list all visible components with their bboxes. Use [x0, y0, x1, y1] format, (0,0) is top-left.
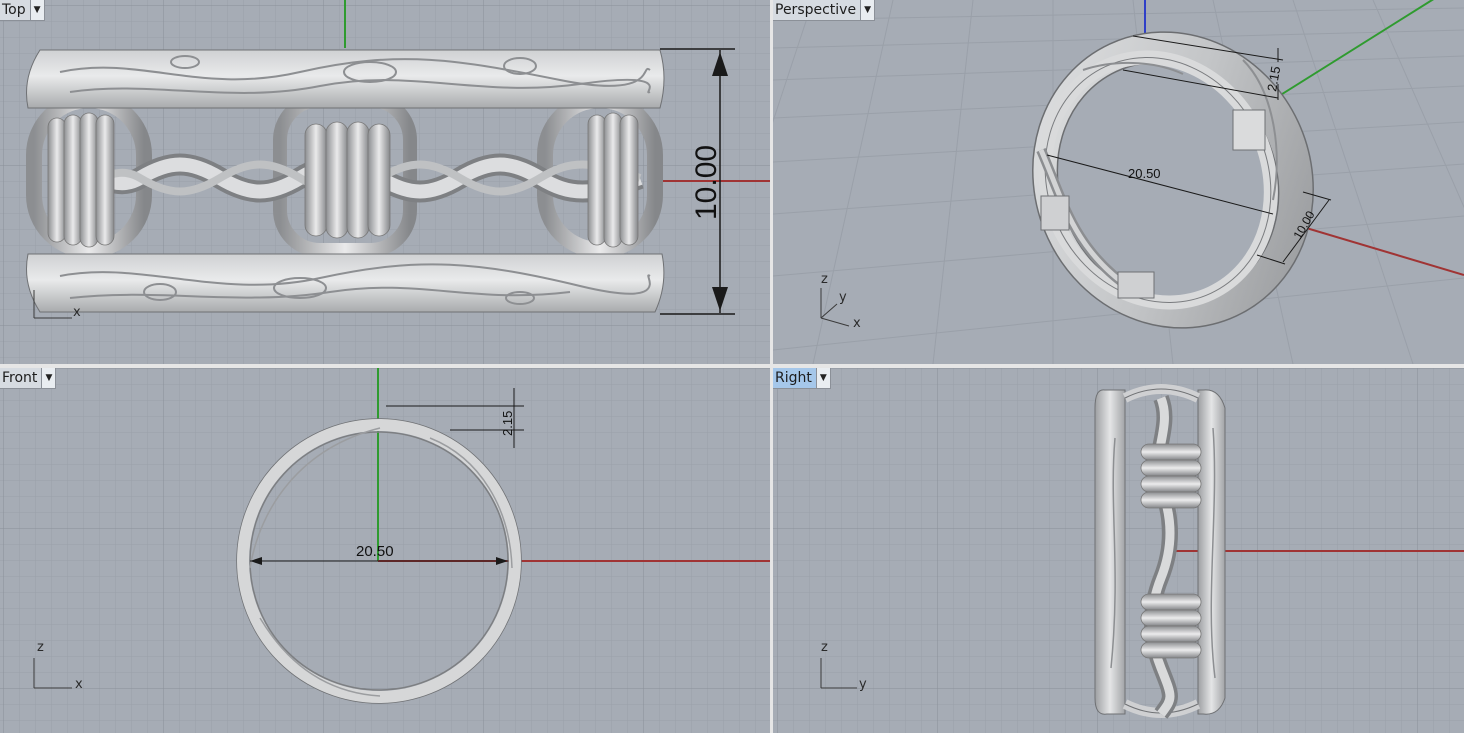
viewport-label-right[interactable]: Right ▼ [773, 368, 831, 389]
lower-band [26, 253, 665, 313]
axis-label-x: x [75, 677, 83, 692]
chevron-down-icon[interactable]: ▼ [815, 368, 830, 388]
front-dim-diameter: 20.50 [356, 543, 394, 560]
top-scene: 10.00 [0, 0, 770, 364]
axis-label-x: x [853, 316, 861, 331]
viewport-right[interactable]: Right ▼ z y [773, 368, 1464, 733]
viewport-title: Top [2, 2, 26, 18]
right-scene [773, 368, 1464, 733]
viewport-title: Front [2, 370, 38, 386]
viewport-perspective[interactable]: Perspective ▼ 20.50 2.15 10.00 z y x [773, 0, 1464, 364]
viewport-label-front[interactable]: Front ▼ [0, 368, 57, 389]
axis-label-x: x [73, 305, 81, 320]
perspective-scene: 20.50 2.15 10.00 [773, 0, 1464, 364]
chevron-down-icon[interactable]: ▼ [29, 0, 44, 20]
center-coil [304, 121, 391, 239]
upper-band [26, 49, 665, 109]
viewport-title: Right [773, 368, 816, 388]
ring-perspective [1032, 31, 1314, 329]
left-coil [47, 112, 115, 248]
front-scene: 20.50 2.15 [0, 368, 770, 733]
chevron-down-icon[interactable]: ▼ [860, 0, 875, 20]
axis-label-z: z [821, 272, 828, 287]
axis-label-z: z [821, 640, 828, 655]
viewport-label-perspective[interactable]: Perspective ▼ [773, 0, 876, 21]
persp-dim-diameter: 20.50 [1128, 166, 1161, 181]
top-dim-label: 10.00 [690, 145, 723, 220]
viewport-label-top[interactable]: Top ▼ [0, 0, 45, 21]
axis-label-z: z [37, 640, 44, 655]
front-dim-thickness: 2.15 [500, 411, 515, 436]
axis-label-y: y [839, 290, 847, 305]
viewport-title: Perspective [775, 2, 857, 18]
viewport-top[interactable]: Top ▼ 10.00 x [0, 0, 770, 364]
axis-label-y: y [859, 677, 867, 692]
chevron-down-icon[interactable]: ▼ [41, 368, 56, 388]
persp-dim-thickness: 2.15 [1264, 65, 1283, 93]
right-coil [587, 112, 639, 248]
viewport-front[interactable]: Front ▼ 20.50 2.15 z x [0, 368, 770, 733]
